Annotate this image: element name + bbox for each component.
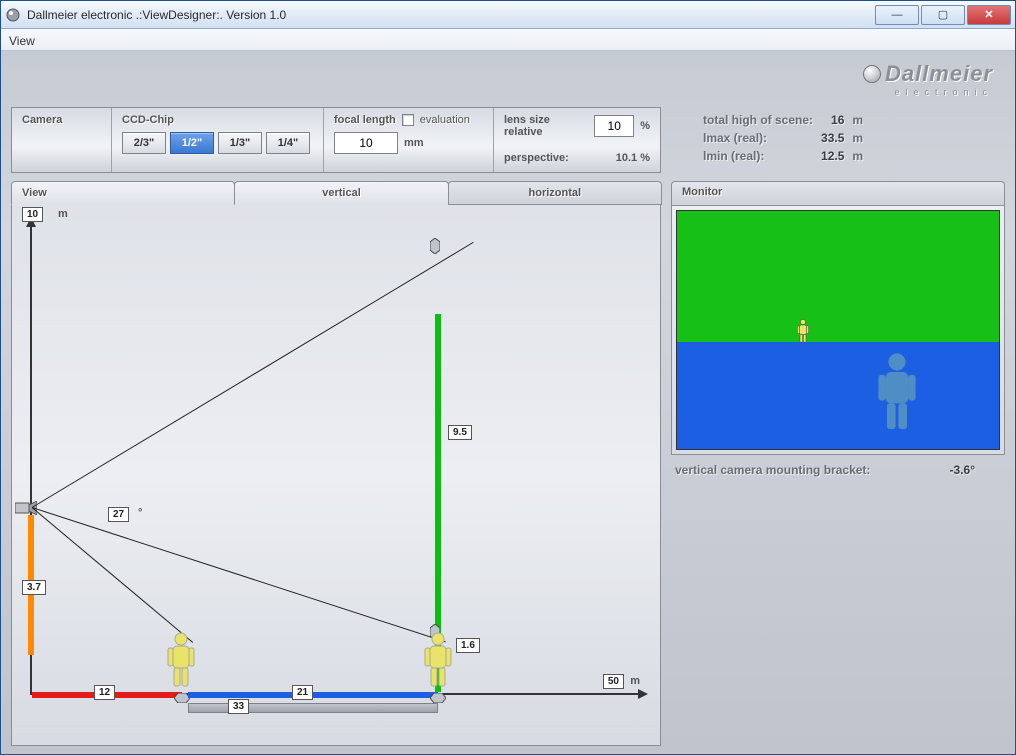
- fov-angle-unit: °: [138, 507, 142, 519]
- monitor-header: Monitor: [671, 181, 1005, 205]
- ccd-chip-1-3[interactable]: 1/3": [218, 132, 262, 154]
- evaluation-checkbox[interactable]: [402, 114, 414, 126]
- fov-ground-line: [32, 507, 446, 642]
- bracket-label: vertical camera mounting bracket:: [675, 463, 870, 477]
- ccd-chip-2-3[interactable]: 2/3": [122, 132, 166, 154]
- lmax-unit: m: [852, 129, 871, 147]
- bracket-value: -3.6°: [950, 463, 1005, 477]
- monitor-sky: [677, 211, 999, 342]
- monitor-screen: [676, 210, 1000, 450]
- total-high-unit: m: [852, 111, 871, 129]
- y-axis-unit: m: [58, 208, 68, 220]
- scene-height-value: 9.5: [448, 425, 472, 440]
- monitor-person-far-icon: [797, 319, 809, 348]
- lmin-unit: m: [852, 147, 871, 165]
- main-row: View vertical horizontal 10 m 50 m: [11, 181, 1005, 746]
- camera-label: Camera: [22, 114, 101, 126]
- monitor-stat: vertical camera mounting bracket: -3.6°: [671, 455, 1005, 477]
- brand-logo: Dallmeier electronic: [863, 61, 993, 97]
- perspective-label: perspective:: [504, 152, 569, 164]
- focal-length-input[interactable]: [334, 132, 398, 154]
- lmin-value: 12.5: [821, 149, 844, 163]
- lmax-value: 33.5: [821, 131, 844, 145]
- y-axis-value[interactable]: 10: [22, 207, 43, 222]
- lens-size-input[interactable]: [594, 115, 634, 137]
- person-height-value: 1.6: [456, 638, 480, 653]
- person-near-icon: [167, 632, 195, 693]
- app-body: Dallmeier electronic Camera CCD-Chip 2/3…: [1, 51, 1015, 754]
- view-diagram[interactable]: 10 m 50 m 3.7: [11, 205, 661, 746]
- fov-top-line: [32, 242, 474, 508]
- lmax-label: lmax (real):: [703, 129, 821, 147]
- menu-view[interactable]: View: [9, 34, 35, 48]
- view-tabs: View vertical horizontal: [11, 181, 661, 205]
- minimize-button[interactable]: —: [875, 5, 919, 25]
- maximize-button[interactable]: ▢: [921, 5, 965, 25]
- person-far-icon: [424, 632, 452, 693]
- focal-length-label: focal length: [334, 114, 396, 126]
- tab-vertical[interactable]: vertical: [234, 181, 448, 205]
- app-icon: [5, 7, 21, 23]
- brand-orb-icon: [863, 65, 881, 83]
- ground-total-value: 33: [228, 699, 249, 714]
- x-axis-value[interactable]: 50: [603, 674, 624, 689]
- monitor-box: [671, 205, 1005, 455]
- total-high-label: total high of scene:: [703, 111, 821, 129]
- settings-row: Camera CCD-Chip 2/3" 1/2" 1/3" 1/4" foca…: [11, 107, 1005, 173]
- ccd-chip-1-2[interactable]: 1/2": [170, 132, 214, 154]
- stats-panel: total high of scene: 16 m lmax (real): 3…: [673, 107, 1005, 173]
- lmin-label: lmin (real):: [703, 147, 821, 165]
- titlebar[interactable]: Dallmeier electronic .:ViewDesigner:. Ve…: [1, 1, 1015, 29]
- total-high-value: 16: [831, 113, 844, 127]
- fov-bottom-line: [32, 507, 194, 643]
- view-panel: View vertical horizontal 10 m 50 m: [11, 181, 661, 746]
- ccd-chip-buttons: 2/3" 1/2" 1/3" 1/4": [122, 132, 313, 154]
- tab-view-label: View: [11, 181, 235, 205]
- focal-length-unit: mm: [404, 137, 424, 149]
- evaluation-label: evaluation: [420, 114, 470, 126]
- app-window: Dallmeier electronic .:ViewDesigner:. Ve…: [0, 0, 1016, 755]
- monitor-person-near-icon: [877, 352, 917, 437]
- monitor-panel: Monitor vertical camera mounting bracket…: [671, 181, 1005, 746]
- scene-node-top[interactable]: [433, 238, 443, 254]
- brand-name: Dallmeier: [885, 61, 993, 86]
- axis-x-arrow-icon: [638, 689, 648, 699]
- tab-horizontal[interactable]: horizontal: [448, 181, 662, 205]
- settings-panel: Camera CCD-Chip 2/3" 1/2" 1/3" 1/4" foca…: [11, 107, 661, 173]
- camera-height-value: 3.7: [22, 580, 46, 595]
- perspective-unit: %: [640, 152, 650, 164]
- brand-sub: electronic: [863, 87, 993, 97]
- ground-far-value: 21: [292, 685, 313, 700]
- ccd-chip-1-4[interactable]: 1/4": [266, 132, 310, 154]
- lens-size-unit: %: [640, 120, 650, 132]
- window-buttons: — ▢ ✕: [873, 5, 1011, 25]
- close-button[interactable]: ✕: [967, 5, 1011, 25]
- lens-size-label: lens size relative: [504, 114, 588, 138]
- brand-bar: Dallmeier electronic: [11, 59, 1005, 99]
- window-title: Dallmeier electronic .:ViewDesigner:. Ve…: [27, 8, 873, 22]
- menubar: View: [1, 29, 1015, 51]
- ccd-label: CCD-Chip: [122, 114, 313, 126]
- x-axis-unit: m: [630, 675, 640, 687]
- ground-near-value: 12: [94, 685, 115, 700]
- perspective-value: 10.1: [616, 152, 637, 164]
- ground-total-bar: [188, 703, 438, 713]
- fov-angle-value: 27: [108, 507, 129, 522]
